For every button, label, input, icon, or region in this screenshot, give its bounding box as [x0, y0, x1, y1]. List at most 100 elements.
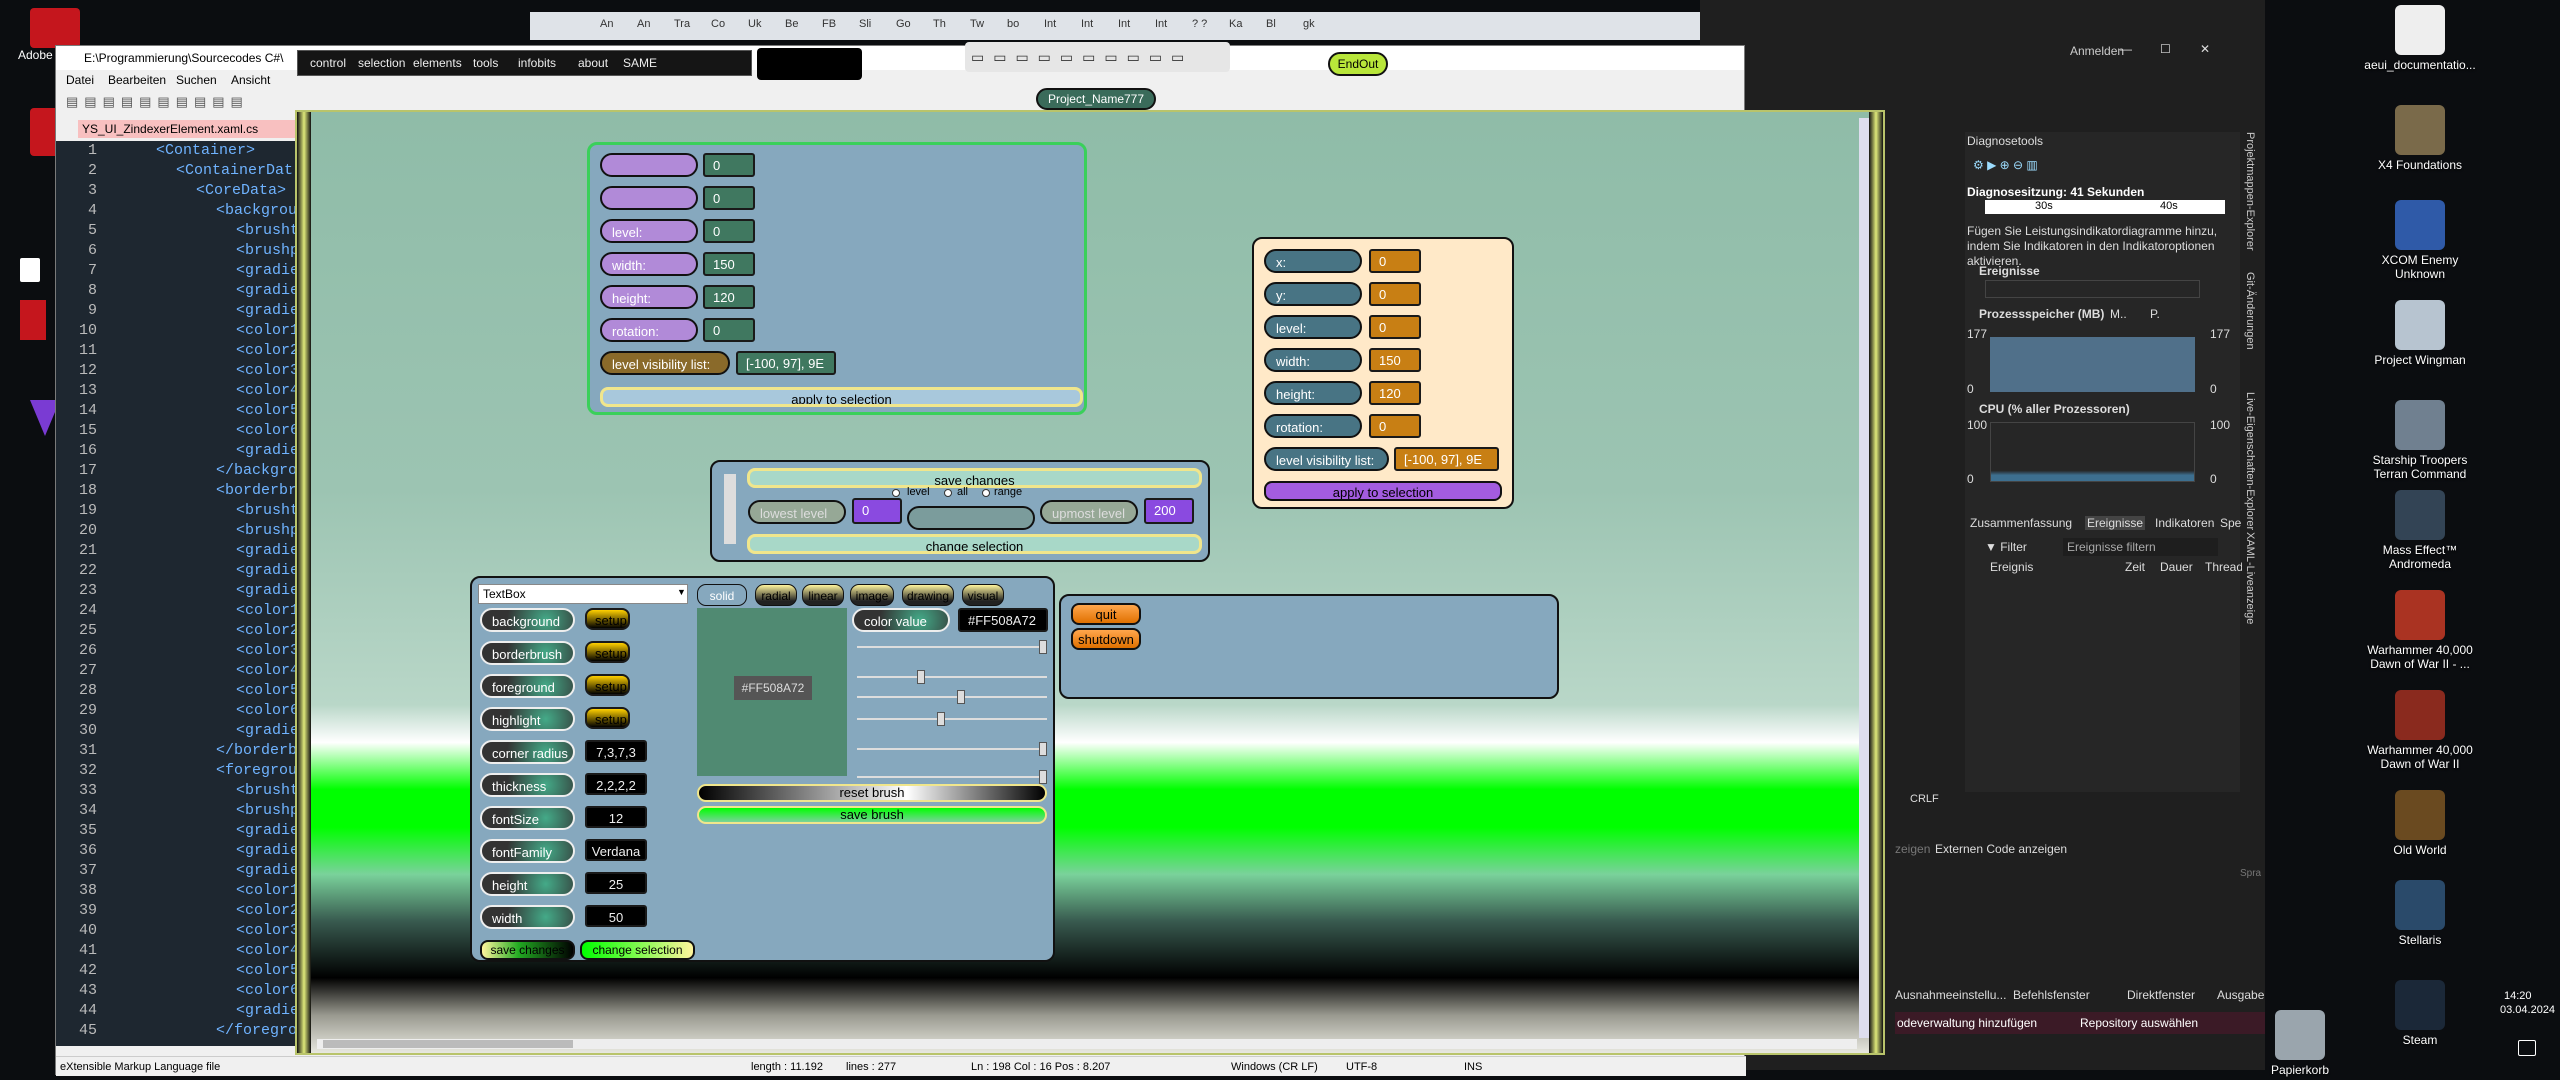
style-row-label[interactable]: borderbrush: [480, 641, 575, 665]
style-row-value[interactable]: setup: [585, 707, 630, 729]
maximize-icon[interactable]: ☐: [2160, 42, 2171, 56]
desktop-icon[interactable]: Warhammer 40,000 Dawn of War II - ...: [2360, 590, 2480, 671]
vs-bottom-tab[interactable]: Direktfenster: [2127, 988, 2195, 1002]
shutdown-button[interactable]: shutdown: [1071, 628, 1141, 650]
vs-side-tab[interactable]: Live-Eigenschaften-Explorer: [2244, 392, 2256, 530]
brush-tab-visual[interactable]: visual: [962, 584, 1004, 606]
field-value[interactable]: 0: [703, 318, 755, 342]
npp-file-tab[interactable]: YS_UI_ZindexerElement.xaml.cs: [78, 120, 308, 138]
slider-knob[interactable]: [917, 670, 925, 684]
desktop-icon[interactable]: Steam: [2360, 980, 2480, 1047]
apply-button[interactable]: apply to selection: [1264, 481, 1502, 501]
browser-tab[interactable]: Tra: [674, 18, 690, 30]
color-slider[interactable]: [857, 742, 1047, 756]
browser-tab[interactable]: Sli: [859, 18, 871, 30]
desktop-icon[interactable]: Stellaris: [2360, 880, 2480, 947]
apply-button[interactable]: apply to selection: [600, 387, 1083, 407]
style-row-label[interactable]: fontFamily: [480, 839, 575, 863]
crlf-indicator[interactable]: CRLF: [1910, 793, 1939, 805]
visibility-value[interactable]: [-100, 97], 9E: [1394, 447, 1499, 471]
app-menu-item[interactable]: about: [578, 56, 608, 70]
desktop-icon[interactable]: XCOM Enemy Unknown: [2360, 200, 2480, 281]
browser-tab[interactable]: An: [600, 18, 613, 30]
vs-diag-tab[interactable]: Indikatoren: [2155, 516, 2214, 530]
clock-time[interactable]: 14:20: [2504, 990, 2532, 1002]
field-value[interactable]: 0: [703, 153, 755, 177]
radio-range[interactable]: [982, 489, 990, 497]
browser-tab[interactable]: Ka: [1229, 18, 1242, 30]
close-icon[interactable]: ✕: [2200, 42, 2210, 56]
save-brush-button[interactable]: save brush: [697, 806, 1047, 824]
vs-bottom-tab[interactable]: Ausgabe: [2217, 988, 2264, 1002]
vs-side-tab[interactable]: Git-Änderungen: [2244, 272, 2256, 350]
npp-menu-item[interactable]: Ansicht: [231, 70, 270, 90]
vs-diag-tab[interactable]: Spe: [2220, 516, 2241, 530]
style-row-label[interactable]: corner radius: [480, 740, 575, 764]
style-row-label[interactable]: thickness: [480, 773, 575, 797]
browser-tab[interactable]: Int: [1155, 18, 1167, 30]
app-toolbar-icons[interactable]: ▭▭▭▭▭▭▭▭▭▭: [965, 42, 1230, 72]
color-slider[interactable]: [857, 690, 1047, 704]
code-editor[interactable]: 1 <Container> 2 <ContainerDat 3 <CoreData> 4 <b…: [56, 141, 316, 1046]
panel-scrollbar[interactable]: [724, 474, 736, 544]
browser-tab[interactable]: gk: [1303, 18, 1315, 30]
app-menu-item[interactable]: tools: [473, 56, 498, 70]
druck-icon[interactable]: [20, 300, 46, 340]
style-row-label[interactable]: background: [480, 608, 575, 632]
style-row-value[interactable]: 25: [585, 872, 647, 894]
browser-tab[interactable]: Th: [933, 18, 946, 30]
browser-tab[interactable]: An: [637, 18, 650, 30]
external-code-button[interactable]: Externen Code anzeigen: [1935, 842, 2067, 856]
project-name-label[interactable]: Project_Name777: [1036, 88, 1156, 110]
color-value-field[interactable]: #FF508A72: [958, 608, 1048, 632]
vs-bottom-tab[interactable]: Befehlsfenster: [2013, 988, 2090, 1002]
style-row-value[interactable]: 2,2,2,2: [585, 773, 647, 795]
slider-knob[interactable]: [1039, 640, 1047, 654]
color-slider[interactable]: [857, 712, 1047, 726]
notification-icon[interactable]: [2518, 1040, 2536, 1056]
app-menu-item[interactable]: control: [310, 56, 346, 70]
quit-button[interactable]: quit: [1071, 603, 1141, 625]
desktop-icon[interactable]: X4 Foundations: [2360, 105, 2480, 172]
browser-tab[interactable]: Int: [1081, 18, 1093, 30]
app-menu-item[interactable]: SAME: [623, 56, 657, 70]
browser-tab[interactable]: bo: [1007, 18, 1019, 30]
desktop-icon[interactable]: Warhammer 40,000 Dawn of War II: [2360, 690, 2480, 771]
field-value[interactable]: 120: [703, 285, 755, 309]
diag-toolbar-icons[interactable]: ⚙ ▶ ⊕ ⊖ ▥: [1973, 158, 2038, 172]
change-selection-button[interactable]: change selection: [580, 940, 695, 960]
range-slider[interactable]: [907, 506, 1035, 530]
npp-menu-item[interactable]: Bearbeiten: [108, 70, 166, 90]
vs-side-tab[interactable]: XAML-Liveanzeige: [2244, 532, 2256, 624]
browser-tab[interactable]: Int: [1044, 18, 1056, 30]
horizontal-scrollbar[interactable]: [317, 1039, 1857, 1049]
npp-menu-item[interactable]: Suchen: [176, 70, 217, 90]
app-menu-item[interactable]: elements: [413, 56, 462, 70]
radio-level[interactable]: [892, 489, 900, 497]
slider-knob[interactable]: [957, 690, 965, 704]
style-row-value[interactable]: 7,3,7,3: [585, 740, 647, 762]
reset-brush-button[interactable]: reset brush: [697, 784, 1047, 802]
style-row-value[interactable]: 50: [585, 905, 647, 927]
minimize-icon[interactable]: —: [2120, 42, 2132, 56]
style-row-value[interactable]: setup: [585, 674, 630, 696]
slider-knob[interactable]: [937, 712, 945, 726]
vertical-scrollbar[interactable]: [1859, 118, 1869, 1038]
desktop-icon[interactable]: Mass Effect™ Andromeda: [2360, 490, 2480, 571]
color-slider[interactable]: [857, 670, 1047, 684]
style-row-label[interactable]: height: [480, 872, 575, 896]
style-row-value[interactable]: setup: [585, 641, 630, 663]
field-value[interactable]: 0: [703, 186, 755, 210]
vs-diag-tab[interactable]: Zusammenfassung: [1970, 516, 2072, 530]
vs-bottom-tab[interactable]: Ausnahmeeinstellu...: [1895, 988, 2006, 1002]
field-value[interactable]: 0: [1369, 414, 1421, 438]
browser-tab[interactable]: Co: [711, 18, 725, 30]
field-value[interactable]: 0: [1369, 282, 1421, 306]
vs-diag-tab[interactable]: Ereignisse: [2085, 516, 2146, 530]
element-type-combo[interactable]: TextBox: [478, 584, 688, 604]
brush-tab-radial[interactable]: radial: [755, 584, 797, 606]
brush-tab-solid[interactable]: solid: [697, 584, 747, 606]
desktop-icon[interactable]: Old World: [2360, 790, 2480, 857]
endout-button[interactable]: EndOut: [1328, 52, 1388, 76]
browser-tab[interactable]: Go: [896, 18, 911, 30]
